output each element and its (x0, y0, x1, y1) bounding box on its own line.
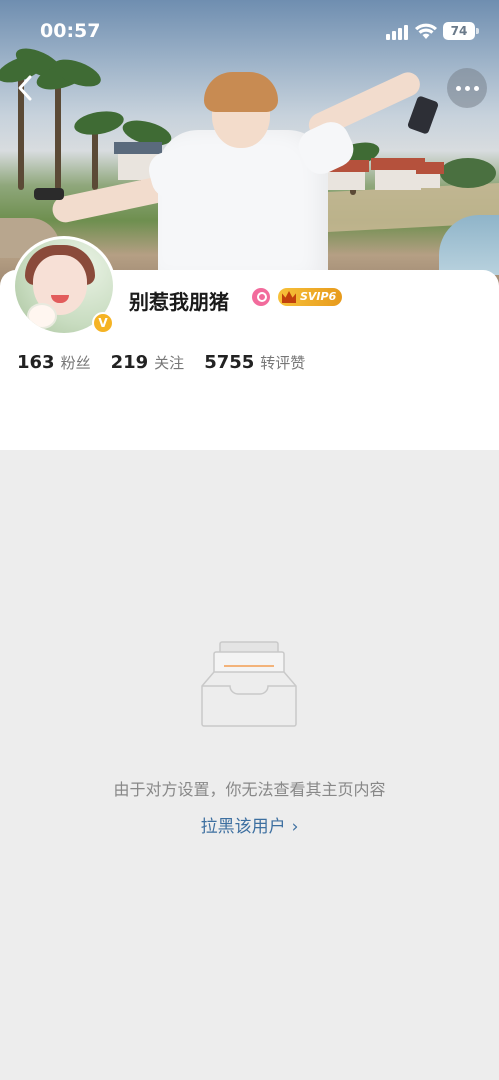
profile-stats: 163 粉丝 219 关注 5755 转评赞 (17, 352, 305, 373)
avatar[interactable]: V (12, 236, 116, 336)
wifi-icon (415, 23, 437, 39)
battery-icon: 74 (443, 22, 479, 40)
signal-icon (386, 24, 408, 40)
stat-following[interactable]: 219 关注 (111, 352, 185, 373)
inbox-tray-icon (201, 641, 297, 727)
crown-icon (282, 291, 296, 303)
chevron-right-icon: › (291, 817, 299, 837)
stat-label: 转评赞 (260, 354, 306, 372)
username: 别惹我朋猪 (129, 290, 229, 314)
more-button[interactable] (447, 68, 487, 108)
vip-badge[interactable]: SVIP6 (278, 288, 343, 306)
stat-count: 163 (17, 352, 55, 373)
search-badge-icon[interactable] (252, 288, 270, 306)
block-user-link[interactable]: 拉黑该用户 › (0, 812, 499, 837)
chevron-left-icon (18, 75, 32, 101)
verified-badge: V (92, 312, 114, 334)
stat-label: 粉丝 (60, 354, 91, 372)
stat-interactions[interactable]: 5755 转评赞 (204, 352, 305, 373)
stat-count: 219 (110, 352, 149, 373)
stat-count: 5755 (204, 352, 255, 373)
status-bar: 00:57 74 (0, 0, 499, 60)
stat-followers[interactable]: 163 粉丝 (17, 352, 91, 373)
more-dots-icon (455, 85, 461, 91)
block-user-label: 拉黑该用户 (200, 817, 286, 837)
back-button[interactable] (10, 70, 40, 106)
stat-label: 关注 (154, 354, 185, 372)
status-time: 00:57 (40, 20, 101, 42)
vip-badge-label: SVIP6 (300, 290, 337, 303)
empty-state-message: 由于对方设置，你无法查看其主页内容 (113, 780, 386, 799)
